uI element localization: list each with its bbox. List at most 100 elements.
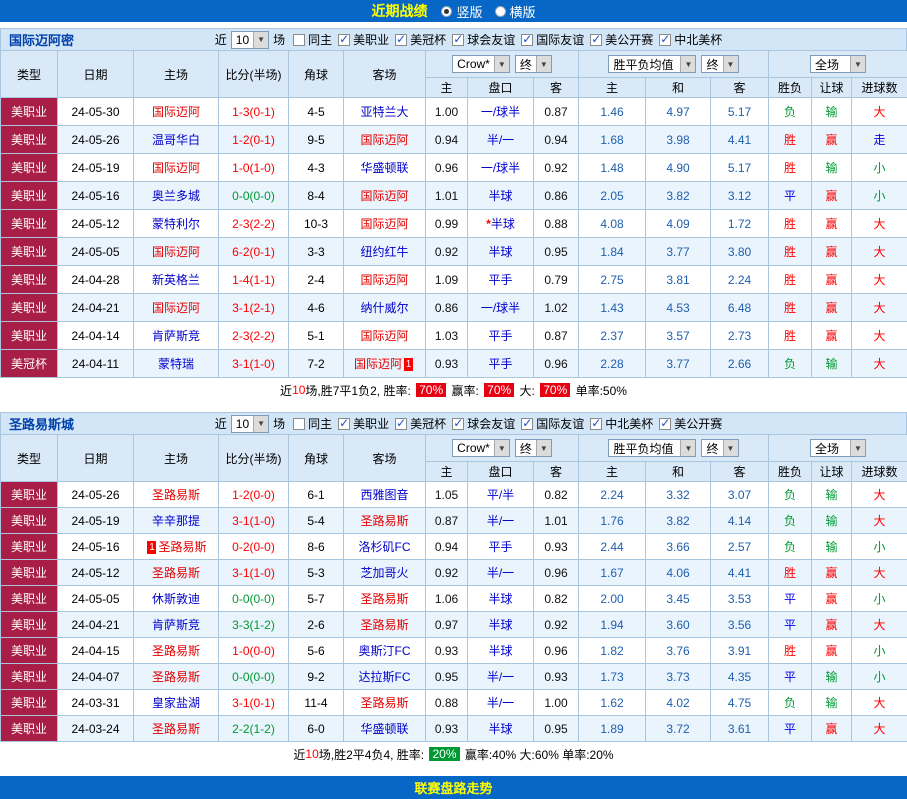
odds-company-select[interactable]: Crow*▼ [452, 55, 510, 73]
away-team-name[interactable]: 纳什威尔 [360, 301, 408, 315]
away-team-name[interactable]: 圣路易斯 [360, 514, 408, 528]
away-team-name[interactable]: 国际迈阿 [360, 273, 408, 287]
asian-home-odds: 0.94 [426, 126, 468, 154]
home-team-name[interactable]: 国际迈阿 [152, 105, 200, 119]
scope-select[interactable]: 全场▼ [810, 439, 866, 457]
league-filter[interactable]: 国际友谊 [521, 31, 584, 48]
league-filter[interactable]: 同主 [293, 31, 332, 48]
away-team-name[interactable]: 圣路易斯 [360, 592, 408, 606]
match-date: 24-05-26 [58, 126, 134, 154]
home-team-name[interactable]: 奥兰多城 [152, 189, 200, 203]
radio-vertical[interactable]: 竖版 [441, 2, 482, 21]
checked-checkbox-icon[interactable] [521, 418, 533, 430]
home-team-name[interactable]: 肯萨斯竞 [152, 329, 200, 343]
odds-company-select[interactable]: Crow*▼ [452, 439, 510, 457]
home-team-name[interactable]: 圣路易斯 [152, 722, 200, 736]
checked-checkbox-icon[interactable] [338, 418, 350, 430]
league-filter[interactable]: 美职业 [338, 31, 389, 48]
match-count-select[interactable]: 10▼ [231, 415, 269, 433]
league-filter[interactable]: 美公开赛 [590, 31, 653, 48]
away-team-name[interactable]: 洛杉矶FC [359, 540, 411, 554]
euro-home-odds: 1.43 [579, 294, 646, 322]
checked-checkbox-icon[interactable] [590, 418, 602, 430]
home-team-name[interactable]: 圣路易斯 [152, 670, 200, 684]
checked-checkbox-icon[interactable] [659, 34, 671, 46]
result-handicap: 赢 [812, 210, 852, 238]
match-date: 24-04-11 [58, 350, 134, 378]
checked-checkbox-icon[interactable] [452, 34, 464, 46]
home-team-name[interactable]: 国际迈阿 [152, 161, 200, 175]
away-team-name[interactable]: 纽约红牛 [360, 245, 408, 259]
league-filter[interactable]: 中北美杯 [659, 31, 722, 48]
away-team-name[interactable]: 达拉斯FC [359, 670, 411, 684]
league-filter[interactable]: 中北美杯 [590, 415, 653, 432]
checked-checkbox-icon[interactable] [590, 34, 602, 46]
scope-select[interactable]: 全场▼ [810, 55, 866, 73]
radio-unselected-icon[interactable] [495, 6, 506, 17]
away-team-name[interactable]: 国际迈阿 [360, 189, 408, 203]
league-filter[interactable]: 美冠杯 [395, 415, 446, 432]
league-filter[interactable]: 国际友谊 [521, 415, 584, 432]
checked-checkbox-icon[interactable] [521, 34, 533, 46]
home-team-name[interactable]: 蒙特瑞 [158, 357, 194, 371]
away-team-name[interactable]: 国际迈阿 [360, 217, 408, 231]
home-team-name[interactable]: 圣路易斯 [152, 488, 200, 502]
match-type: 美职业 [1, 238, 58, 266]
checked-checkbox-icon[interactable] [338, 34, 350, 46]
corners: 9-2 [289, 664, 344, 690]
home-team-name[interactable]: 皇家盐湖 [152, 696, 200, 710]
filter-controls: 近 10▼ 场 同主美职业美冠杯球会友谊国际友谊美公开赛中北美杯 [185, 31, 723, 49]
euro-final-select[interactable]: 终▼ [701, 439, 738, 457]
checked-checkbox-icon[interactable] [395, 34, 407, 46]
checked-checkbox-icon[interactable] [452, 418, 464, 430]
away-team-name[interactable]: 圣路易斯 [360, 618, 408, 632]
match-type: 美职业 [1, 586, 58, 612]
league-filter[interactable]: 球会友谊 [452, 415, 515, 432]
away-team-name[interactable]: 圣路易斯 [360, 696, 408, 710]
home-team-name[interactable]: 圣路易斯 [152, 644, 200, 658]
home-team-name[interactable]: 新英格兰 [152, 273, 200, 287]
away-team-name[interactable]: 芝加哥火 [360, 566, 408, 580]
euro-avg-select[interactable]: 胜平负均值▼ [608, 55, 696, 73]
match-type: 美职业 [1, 534, 58, 560]
euro-away-odds: 2.24 [711, 266, 769, 294]
away-team-name[interactable]: 西雅图音 [360, 488, 408, 502]
away-team-name[interactable]: 国际迈阿 [354, 357, 402, 371]
league-filter[interactable]: 美职业 [338, 415, 389, 432]
home-team-name[interactable]: 温哥华白 [152, 133, 200, 147]
away-team-name[interactable]: 华盛顿联 [360, 722, 408, 736]
away-team-name[interactable]: 奥斯汀FC [359, 644, 411, 658]
home-team-name[interactable]: 圣路易斯 [152, 566, 200, 580]
radio-horizontal[interactable]: 横版 [495, 2, 536, 21]
league-filter[interactable]: 同主 [293, 415, 332, 432]
rate-badge: 70% [416, 383, 446, 397]
euro-avg-select[interactable]: 胜平负均值▼ [608, 439, 696, 457]
league-filter[interactable]: 美公开赛 [659, 415, 722, 432]
asian-home-odds: 0.92 [426, 560, 468, 586]
league-filter[interactable]: 球会友谊 [452, 31, 515, 48]
away-team-name[interactable]: 国际迈阿 [360, 133, 408, 147]
home-team-name[interactable]: 圣路易斯 [158, 540, 206, 554]
away-team-name[interactable]: 华盛顿联 [360, 161, 408, 175]
home-team-name[interactable]: 辛辛那提 [152, 514, 200, 528]
home-team-name[interactable]: 休斯敦迪 [152, 592, 200, 606]
radio-selected-icon[interactable] [441, 6, 452, 17]
match-count-select[interactable]: 10▼ [231, 31, 269, 49]
checked-checkbox-icon[interactable] [659, 418, 671, 430]
checked-checkbox-icon[interactable] [395, 418, 407, 430]
home-team-name[interactable]: 国际迈阿 [152, 245, 200, 259]
chevron-down-icon: ▼ [253, 32, 268, 48]
away-team-name[interactable]: 亚特兰大 [360, 105, 408, 119]
home-team-name[interactable]: 蒙特利尔 [152, 217, 200, 231]
home-team-name[interactable]: 肯萨斯竞 [152, 618, 200, 632]
col-away: 客场 [344, 51, 426, 98]
unchecked-checkbox-icon[interactable] [293, 418, 305, 430]
home-team-name[interactable]: 国际迈阿 [152, 301, 200, 315]
league-filter[interactable]: 美冠杯 [395, 31, 446, 48]
asian-final-select[interactable]: 终▼ [515, 55, 552, 73]
asian-final-select[interactable]: 终▼ [515, 439, 552, 457]
match-type: 美职业 [1, 716, 58, 742]
euro-final-select[interactable]: 终▼ [701, 55, 738, 73]
unchecked-checkbox-icon[interactable] [293, 34, 305, 46]
away-team-name[interactable]: 国际迈阿 [360, 329, 408, 343]
